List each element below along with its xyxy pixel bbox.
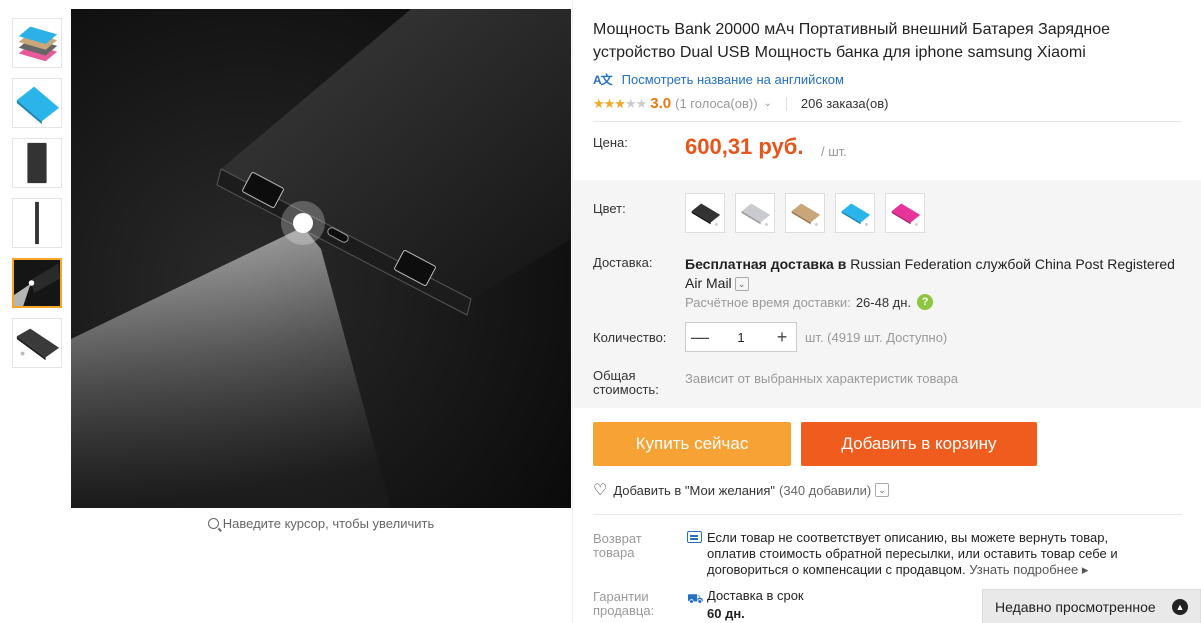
rating-value: 3.0 (650, 95, 672, 112)
price-unit: / шт. (821, 144, 847, 159)
wishlist-row: ♡ Добавить в "Мои желания" (340 добавили… (593, 480, 890, 500)
color-swatch-blue[interactable] (835, 193, 875, 233)
guarantee-days: 60 дн. (707, 606, 745, 621)
votes-count[interactable]: (1 голоса(ов)) (675, 96, 757, 111)
price-value: 600,31 руб. (685, 134, 804, 159)
delivery-estimate: Расчётное время доставки: 26-48 дн. ? (685, 294, 934, 310)
divider (593, 121, 1182, 122)
color-label: Цвет: (593, 201, 626, 216)
translate-link[interactable]: A文 Посмотреть название на английском (593, 71, 844, 88)
delivery-truck-icon: ⛟ (687, 591, 704, 606)
heart-icon[interactable]: ♡ (593, 480, 607, 500)
translate-icon: A文 (593, 73, 613, 87)
main-product-image[interactable] (71, 9, 571, 508)
total-label: Общая стоимость: (593, 368, 659, 397)
quantity-label: Количество: (593, 330, 667, 345)
chevron-up-icon[interactable]: ▲ (1172, 599, 1188, 615)
returns-text: Если товар не соответствует описанию, вы… (707, 530, 1118, 577)
thumbnail-2[interactable] (12, 78, 62, 128)
color-swatch-gold[interactable] (785, 193, 825, 233)
total-value: Зависит от выбранных характеристик товар… (685, 371, 958, 386)
orders-count: 206 заказа(ов) (800, 96, 889, 111)
chevron-down-icon[interactable]: ⌄ (764, 98, 772, 109)
divider (593, 514, 1182, 515)
quantity-input[interactable]: 1 (714, 330, 768, 345)
color-swatch-silver[interactable] (735, 193, 775, 233)
quantity-decrease-button[interactable]: — (686, 327, 714, 348)
shipping-dropdown-icon[interactable]: ⌄ (734, 277, 749, 291)
shipping-label: Доставка: (593, 255, 653, 270)
product-info-panel: Мощность Bank 20000 мАч Портативный внеш… (572, 0, 1201, 623)
learn-more-link[interactable]: Узнать подробнее ▸ (969, 562, 1088, 577)
help-icon[interactable]: ? (917, 294, 934, 310)
thumbnail-3[interactable] (12, 138, 62, 188)
chevron-down-icon[interactable]: ⌄ (875, 483, 890, 497)
color-swatch-pink[interactable] (885, 193, 925, 233)
magnifier-icon (207, 518, 219, 529)
recently-viewed-tab[interactable]: Недавно просмотренное ▲ (982, 589, 1201, 623)
quantity-increase-button[interactable]: + (768, 327, 796, 348)
price-label: Цена: (593, 135, 628, 150)
thumbnail-1[interactable] (12, 18, 62, 68)
star-rating: ★★★★★ (593, 95, 647, 111)
thumbnail-6[interactable] (12, 318, 62, 368)
rating-row: ★★★★★ 3.0 (1 голоса(ов)) ⌄ 206 заказа(ов… (593, 95, 888, 112)
thumbnail-5[interactable] (12, 258, 62, 308)
buy-now-button[interactable]: Купить сейчас (593, 422, 791, 466)
quantity-stepper: — 1 + (685, 322, 797, 352)
returns-label: Возврат товара (593, 531, 642, 560)
thumbnail-4[interactable] (12, 198, 62, 248)
stock-available: шт. (4919 шт. Доступно) (805, 330, 948, 345)
thumbnail-strip (12, 18, 62, 378)
zoom-hint: Наведите курсор, чтобы увеличить (71, 516, 571, 531)
return-policy-icon (687, 531, 702, 543)
color-swatch-black[interactable] (685, 193, 725, 233)
wishlist-count: (340 добавили) (779, 482, 872, 498)
product-title: Мощность Bank 20000 мАч Портативный внеш… (593, 21, 1110, 61)
guarantee-text: Доставка в срок (707, 588, 804, 603)
add-to-cart-button[interactable]: Добавить в корзину (801, 422, 1037, 466)
shipping-method: Бесплатная доставка в Russian Federation… (685, 256, 1175, 291)
color-swatches (685, 193, 935, 233)
guarantee-label: Гарантии продавца: (593, 589, 655, 618)
add-to-wishlist-link[interactable]: Добавить в "Мои желания" (613, 483, 775, 498)
